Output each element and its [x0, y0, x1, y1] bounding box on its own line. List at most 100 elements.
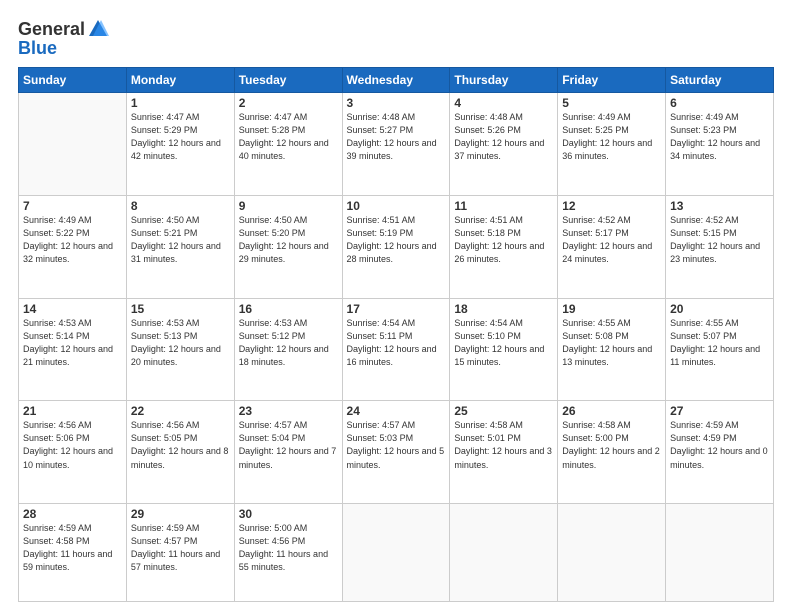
calendar-cell [558, 504, 666, 602]
day-info: Sunrise: 4:59 AMSunset: 4:59 PMDaylight:… [670, 419, 769, 471]
day-number: 17 [347, 302, 446, 316]
week-row-2: 7Sunrise: 4:49 AMSunset: 5:22 PMDaylight… [19, 195, 774, 298]
weekday-header-thursday: Thursday [450, 68, 558, 93]
day-number: 23 [239, 404, 338, 418]
calendar-cell: 7Sunrise: 4:49 AMSunset: 5:22 PMDaylight… [19, 195, 127, 298]
day-number: 18 [454, 302, 553, 316]
day-number: 4 [454, 96, 553, 110]
day-info: Sunrise: 4:47 AMSunset: 5:28 PMDaylight:… [239, 111, 338, 163]
weekday-header-row: SundayMondayTuesdayWednesdayThursdayFrid… [19, 68, 774, 93]
day-info: Sunrise: 4:47 AMSunset: 5:29 PMDaylight:… [131, 111, 230, 163]
day-info: Sunrise: 4:49 AMSunset: 5:23 PMDaylight:… [670, 111, 769, 163]
calendar-cell [19, 93, 127, 196]
day-info: Sunrise: 4:59 AMSunset: 4:57 PMDaylight:… [131, 522, 230, 574]
weekday-header-friday: Friday [558, 68, 666, 93]
calendar-cell: 4Sunrise: 4:48 AMSunset: 5:26 PMDaylight… [450, 93, 558, 196]
day-info: Sunrise: 4:51 AMSunset: 5:18 PMDaylight:… [454, 214, 553, 266]
day-number: 14 [23, 302, 122, 316]
day-number: 26 [562, 404, 661, 418]
day-info: Sunrise: 4:54 AMSunset: 5:10 PMDaylight:… [454, 317, 553, 369]
day-info: Sunrise: 4:48 AMSunset: 5:27 PMDaylight:… [347, 111, 446, 163]
calendar-cell: 17Sunrise: 4:54 AMSunset: 5:11 PMDayligh… [342, 298, 450, 401]
day-number: 10 [347, 199, 446, 213]
calendar-cell: 11Sunrise: 4:51 AMSunset: 5:18 PMDayligh… [450, 195, 558, 298]
calendar-cell: 28Sunrise: 4:59 AMSunset: 4:58 PMDayligh… [19, 504, 127, 602]
calendar-cell: 5Sunrise: 4:49 AMSunset: 5:25 PMDaylight… [558, 93, 666, 196]
calendar-cell: 9Sunrise: 4:50 AMSunset: 5:20 PMDaylight… [234, 195, 342, 298]
logo-blue-text: Blue [18, 38, 57, 59]
day-number: 6 [670, 96, 769, 110]
day-info: Sunrise: 4:57 AMSunset: 5:03 PMDaylight:… [347, 419, 446, 471]
week-row-5: 28Sunrise: 4:59 AMSunset: 4:58 PMDayligh… [19, 504, 774, 602]
weekday-header-saturday: Saturday [666, 68, 774, 93]
day-number: 15 [131, 302, 230, 316]
day-number: 29 [131, 507, 230, 521]
day-number: 3 [347, 96, 446, 110]
day-info: Sunrise: 4:52 AMSunset: 5:15 PMDaylight:… [670, 214, 769, 266]
logo-general-text: General [18, 20, 85, 38]
day-info: Sunrise: 4:58 AMSunset: 5:01 PMDaylight:… [454, 419, 553, 471]
header: General Blue [18, 18, 774, 59]
day-info: Sunrise: 4:55 AMSunset: 5:07 PMDaylight:… [670, 317, 769, 369]
day-info: Sunrise: 4:53 AMSunset: 5:13 PMDaylight:… [131, 317, 230, 369]
day-number: 7 [23, 199, 122, 213]
day-number: 27 [670, 404, 769, 418]
day-number: 28 [23, 507, 122, 521]
day-info: Sunrise: 4:53 AMSunset: 5:14 PMDaylight:… [23, 317, 122, 369]
calendar-cell: 16Sunrise: 4:53 AMSunset: 5:12 PMDayligh… [234, 298, 342, 401]
day-info: Sunrise: 5:00 AMSunset: 4:56 PMDaylight:… [239, 522, 338, 574]
day-number: 24 [347, 404, 446, 418]
calendar-cell: 19Sunrise: 4:55 AMSunset: 5:08 PMDayligh… [558, 298, 666, 401]
day-number: 2 [239, 96, 338, 110]
day-info: Sunrise: 4:58 AMSunset: 5:00 PMDaylight:… [562, 419, 661, 471]
day-number: 5 [562, 96, 661, 110]
day-number: 19 [562, 302, 661, 316]
day-number: 20 [670, 302, 769, 316]
calendar-cell: 3Sunrise: 4:48 AMSunset: 5:27 PMDaylight… [342, 93, 450, 196]
day-number: 30 [239, 507, 338, 521]
page: General Blue SundayMondayTuesdayWednesda… [0, 0, 792, 612]
day-info: Sunrise: 4:49 AMSunset: 5:22 PMDaylight:… [23, 214, 122, 266]
weekday-header-sunday: Sunday [19, 68, 127, 93]
calendar-cell: 23Sunrise: 4:57 AMSunset: 5:04 PMDayligh… [234, 401, 342, 504]
calendar-cell: 20Sunrise: 4:55 AMSunset: 5:07 PMDayligh… [666, 298, 774, 401]
calendar-cell [666, 504, 774, 602]
weekday-header-wednesday: Wednesday [342, 68, 450, 93]
day-info: Sunrise: 4:59 AMSunset: 4:58 PMDaylight:… [23, 522, 122, 574]
weekday-header-tuesday: Tuesday [234, 68, 342, 93]
week-row-3: 14Sunrise: 4:53 AMSunset: 5:14 PMDayligh… [19, 298, 774, 401]
calendar-cell: 22Sunrise: 4:56 AMSunset: 5:05 PMDayligh… [126, 401, 234, 504]
calendar-cell: 8Sunrise: 4:50 AMSunset: 5:21 PMDaylight… [126, 195, 234, 298]
day-number: 21 [23, 404, 122, 418]
day-number: 22 [131, 404, 230, 418]
day-info: Sunrise: 4:50 AMSunset: 5:21 PMDaylight:… [131, 214, 230, 266]
day-info: Sunrise: 4:57 AMSunset: 5:04 PMDaylight:… [239, 419, 338, 471]
day-info: Sunrise: 4:52 AMSunset: 5:17 PMDaylight:… [562, 214, 661, 266]
calendar-cell: 12Sunrise: 4:52 AMSunset: 5:17 PMDayligh… [558, 195, 666, 298]
day-info: Sunrise: 4:53 AMSunset: 5:12 PMDaylight:… [239, 317, 338, 369]
logo: General Blue [18, 18, 109, 59]
day-number: 12 [562, 199, 661, 213]
day-info: Sunrise: 4:51 AMSunset: 5:19 PMDaylight:… [347, 214, 446, 266]
logo-icon [87, 18, 109, 40]
weekday-header-monday: Monday [126, 68, 234, 93]
calendar-table: SundayMondayTuesdayWednesdayThursdayFrid… [18, 67, 774, 602]
calendar-cell: 10Sunrise: 4:51 AMSunset: 5:19 PMDayligh… [342, 195, 450, 298]
calendar-cell: 15Sunrise: 4:53 AMSunset: 5:13 PMDayligh… [126, 298, 234, 401]
day-number: 11 [454, 199, 553, 213]
calendar-cell [342, 504, 450, 602]
calendar-cell: 2Sunrise: 4:47 AMSunset: 5:28 PMDaylight… [234, 93, 342, 196]
day-info: Sunrise: 4:55 AMSunset: 5:08 PMDaylight:… [562, 317, 661, 369]
day-number: 13 [670, 199, 769, 213]
calendar-cell: 6Sunrise: 4:49 AMSunset: 5:23 PMDaylight… [666, 93, 774, 196]
day-number: 8 [131, 199, 230, 213]
calendar-cell: 14Sunrise: 4:53 AMSunset: 5:14 PMDayligh… [19, 298, 127, 401]
calendar-cell: 13Sunrise: 4:52 AMSunset: 5:15 PMDayligh… [666, 195, 774, 298]
calendar-cell: 30Sunrise: 5:00 AMSunset: 4:56 PMDayligh… [234, 504, 342, 602]
day-info: Sunrise: 4:54 AMSunset: 5:11 PMDaylight:… [347, 317, 446, 369]
calendar-cell: 18Sunrise: 4:54 AMSunset: 5:10 PMDayligh… [450, 298, 558, 401]
week-row-4: 21Sunrise: 4:56 AMSunset: 5:06 PMDayligh… [19, 401, 774, 504]
day-info: Sunrise: 4:56 AMSunset: 5:05 PMDaylight:… [131, 419, 230, 471]
calendar-cell: 27Sunrise: 4:59 AMSunset: 4:59 PMDayligh… [666, 401, 774, 504]
calendar-cell: 29Sunrise: 4:59 AMSunset: 4:57 PMDayligh… [126, 504, 234, 602]
